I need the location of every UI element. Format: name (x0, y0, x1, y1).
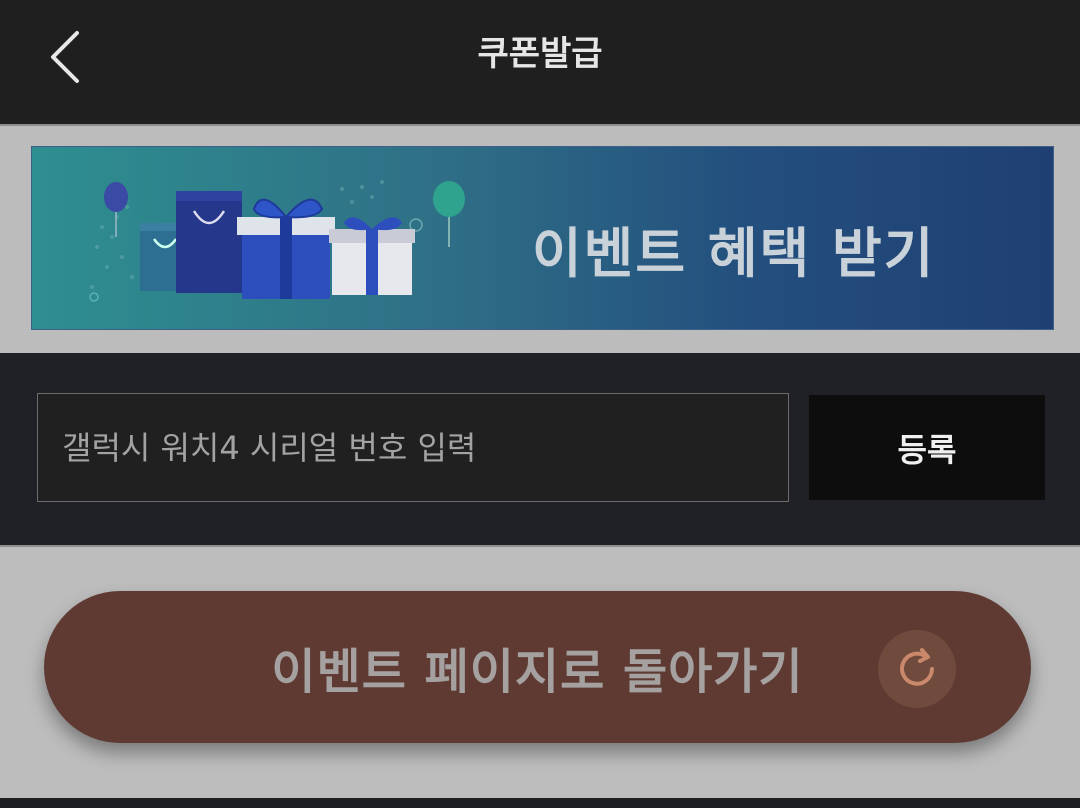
return-to-event-button[interactable]: 이벤트 페이지로 돌아가기 (44, 591, 1031, 743)
register-button[interactable]: 등록 (809, 395, 1045, 500)
bottom-edge (0, 798, 1080, 808)
gift-illustration (89, 180, 465, 302)
refresh-icon (878, 630, 956, 708)
page-title: 쿠폰발급 (477, 33, 603, 74)
serial-number-input[interactable] (37, 393, 789, 502)
banner-title: 이벤트 혜택 받기 (532, 222, 936, 285)
event-banner[interactable]: 이벤트 혜택 받기 (31, 146, 1054, 330)
top-bar: 쿠폰발급 (0, 0, 1080, 124)
